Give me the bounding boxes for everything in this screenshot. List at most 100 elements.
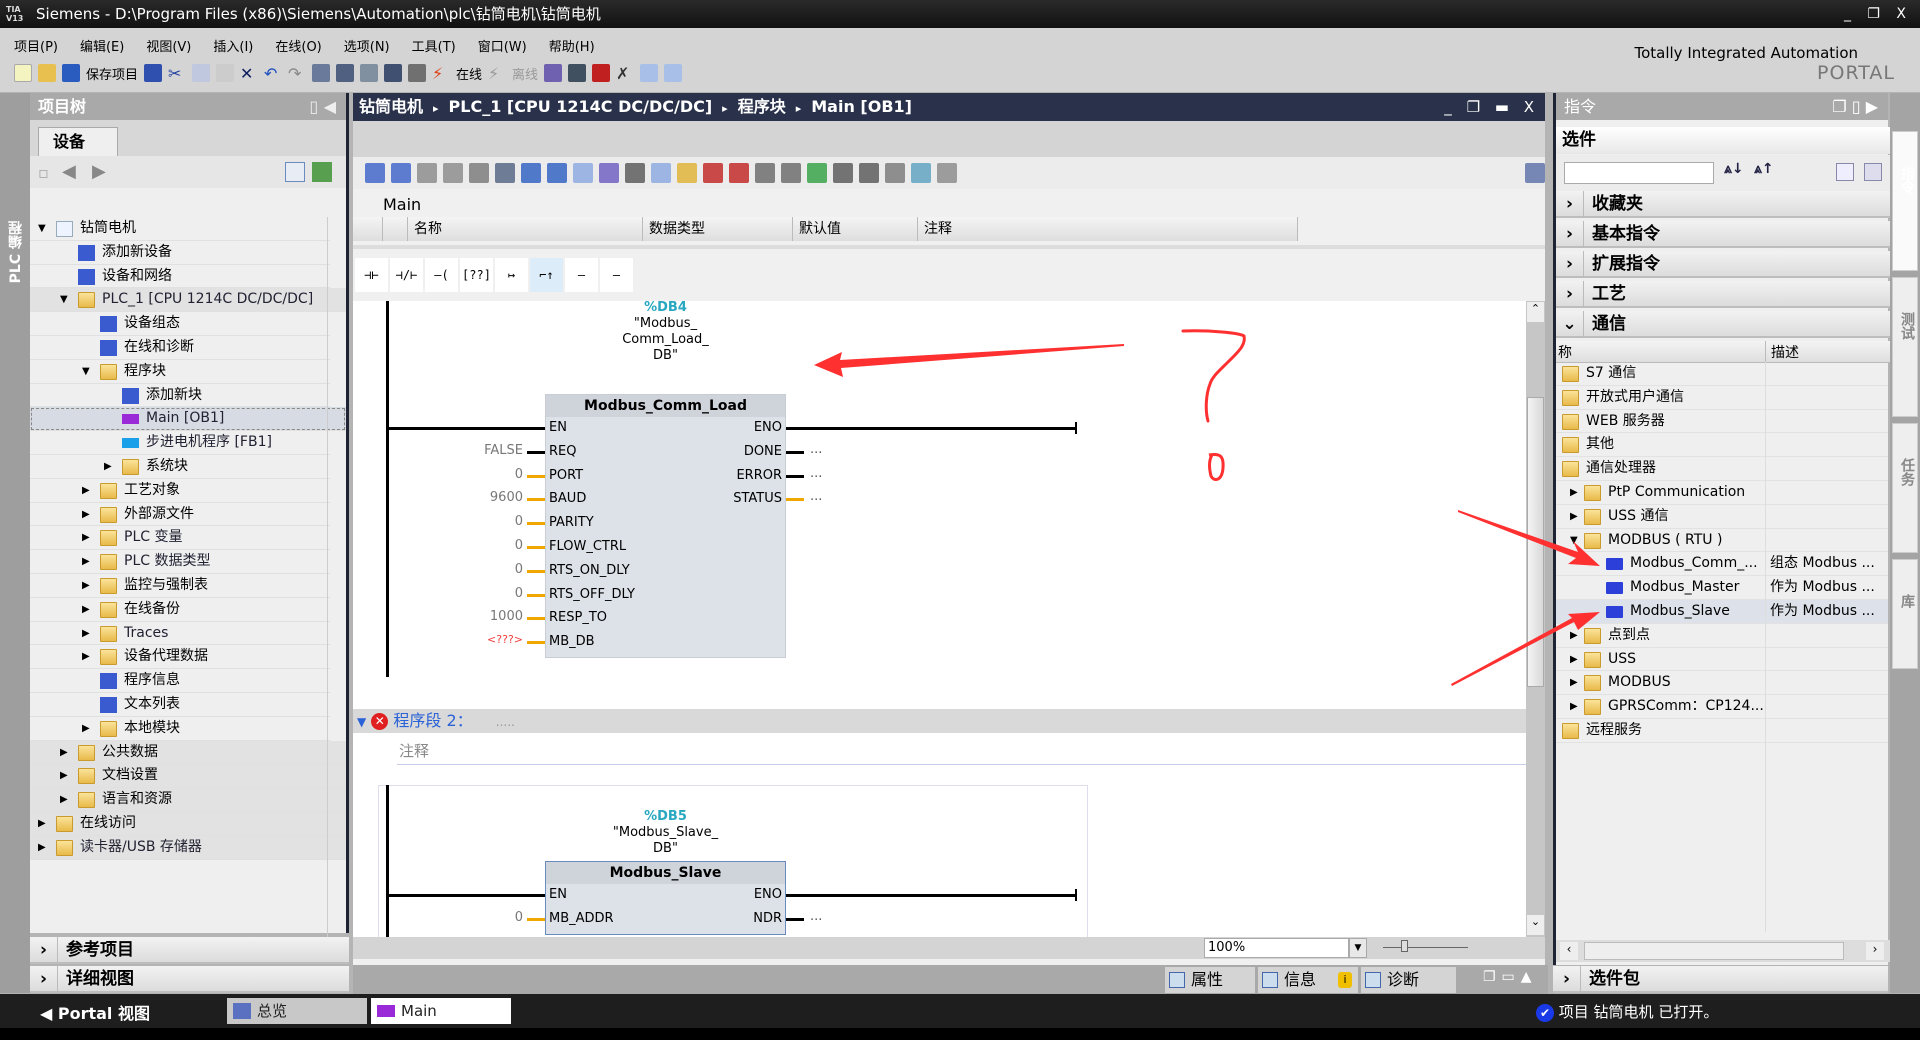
network-2-header[interactable]: ▼ ✕ 程序段 2： ..... [353, 709, 1526, 733]
view-detail-icon[interactable] [1864, 163, 1882, 181]
scroll-right-icon[interactable]: › [1866, 942, 1884, 960]
instruction-category[interactable]: ⌄ 通信 [1556, 311, 1891, 338]
lad-instruction-button[interactable]: [??] [460, 258, 493, 292]
lad-instruction-button[interactable]: ⊣/⊢ [390, 258, 423, 292]
expand-arrow-icon[interactable]: ▶ [82, 622, 94, 646]
tab-tasks[interactable]: 任务 [1892, 423, 1918, 553]
instruction-category[interactable]: › 扩展指令 [1556, 251, 1891, 278]
cross-reference-icon[interactable]: ✗ [616, 64, 634, 83]
instruction-item[interactable]: 其他 [1556, 433, 1888, 458]
check-icon[interactable] [807, 163, 827, 183]
cut-icon[interactable]: ✂ [168, 64, 186, 83]
go-offline-button[interactable]: 离线 [512, 64, 538, 83]
network-2-comment[interactable]: 注释 [397, 737, 1526, 765]
instruction-item[interactable]: Modbus_Slave 作为 Modbus ... [1556, 600, 1888, 624]
instruction-item[interactable]: 开放式用户通信 [1556, 386, 1888, 410]
column-description[interactable]: 描述 [1771, 342, 1799, 362]
output-value[interactable]: ... [810, 464, 822, 484]
paste-icon[interactable] [216, 64, 235, 82]
panel-controls-icon[interactable]: ❐ ▯ ▶ [1832, 93, 1878, 120]
instruction-category[interactable]: › 工艺 [1556, 281, 1891, 308]
column-default-value[interactable]: 默认值 [793, 217, 918, 241]
tree-item[interactable]: Main [OB1] [30, 407, 346, 432]
portal-view-button[interactable]: ◀ Portal 视图 [40, 1000, 150, 1024]
lad-instruction-button[interactable]: ↦ [495, 258, 528, 292]
tree-item[interactable]: ▼ PLC_1 [CPU 1214C DC/DC/DC] [30, 288, 346, 313]
tree-item[interactable]: ▶ 在线备份 [30, 598, 330, 622]
instruction-item[interactable]: ▶ GPRSComm：CP124... [1556, 695, 1888, 719]
runtime-icon[interactable] [408, 64, 427, 82]
start-cpu-icon[interactable] [568, 64, 587, 82]
tab-instructions[interactable]: 指令 [1892, 131, 1918, 271]
expand-arrow-icon[interactable]: ▶ [1570, 481, 1582, 505]
tree-item[interactable]: 在线和诊断 [30, 336, 330, 360]
collapse-arrow-icon[interactable]: ▼ [1570, 529, 1582, 553]
expand-arrow-icon[interactable]: ▶ [82, 503, 94, 527]
menu-item[interactable]: 视图(V) [146, 36, 191, 55]
tree-item[interactable]: 步进电机程序 [FB1] [30, 431, 330, 455]
expand-arrow-icon[interactable]: ▶ [60, 788, 72, 812]
favorites-icon[interactable] [677, 163, 697, 183]
zoom-slider-thumb[interactable] [1401, 940, 1408, 952]
stop-cpu-icon[interactable] [592, 64, 611, 82]
output-value[interactable]: ... [810, 907, 822, 927]
expand-arrow-icon[interactable]: ▶ [82, 526, 94, 550]
new-project-icon[interactable] [14, 64, 32, 82]
vertical-scrollbar[interactable]: ⌃ ⌄ [1526, 301, 1545, 937]
tree-item[interactable]: ▼ 钻筒电机 [30, 217, 330, 241]
breadcrumb-item[interactable]: 钻筒电机 [359, 97, 423, 116]
redo-icon[interactable]: ↷ [288, 64, 306, 83]
expand-arrow-icon[interactable]: ▶ [38, 812, 50, 836]
plc-programming-tab[interactable]: PLC 编程 [6, 221, 26, 283]
input-value[interactable]: 0 [453, 514, 523, 529]
forward-icon[interactable]: ▶ [92, 161, 106, 182]
refresh-icon[interactable] [312, 162, 332, 182]
scroll-down-icon[interactable]: ⌄ [1527, 915, 1544, 935]
overview-icon[interactable] [285, 162, 305, 182]
menu-item[interactable]: 选项(N) [344, 36, 390, 55]
new-item-icon[interactable]: ▫ [38, 163, 49, 182]
update-icon[interactable] [755, 163, 775, 183]
main-editor-tab[interactable]: Main [371, 998, 511, 1024]
print-icon[interactable] [144, 64, 163, 82]
instruction-search-input[interactable] [1564, 162, 1714, 184]
list2-icon[interactable] [859, 163, 879, 183]
instruction-category[interactable]: › 收藏夹 [1556, 191, 1891, 218]
lad-instruction-button[interactable]: ⊣⊢ [355, 258, 388, 292]
compile-icon[interactable] [312, 64, 331, 82]
input-value[interactable]: 0 [453, 538, 523, 553]
tab-libraries[interactable]: 库 [1892, 559, 1918, 669]
tree-item[interactable]: ▶ 设备代理数据 [30, 645, 330, 670]
h-scroll-thumb[interactable] [1584, 942, 1844, 960]
undo-icon[interactable]: ↶ [264, 64, 282, 83]
expand-arrow-icon[interactable]: ▶ [1570, 695, 1582, 719]
expand-arrow-icon[interactable]: ▶ [82, 598, 94, 622]
split-horizontal-icon[interactable] [640, 64, 659, 82]
tree-item[interactable]: 设备和网络 [30, 265, 330, 289]
list-icon[interactable] [833, 163, 853, 183]
absolute-icon[interactable] [651, 163, 671, 183]
tree-item[interactable]: ▶ Traces [30, 622, 330, 646]
window-controls[interactable]: _ ❐ X [1844, 0, 1912, 28]
menu-item[interactable]: 窗口(W) [478, 36, 527, 55]
instruction-item[interactable]: Modbus_Comm_... 组态 Modbus ... [1556, 552, 1888, 577]
tree-item[interactable]: ▶ 本地模块 [30, 717, 330, 741]
open-project-icon[interactable] [38, 64, 56, 82]
expand-arrow-icon[interactable]: ▶ [1570, 671, 1582, 695]
view-simple-icon[interactable] [1836, 163, 1854, 181]
search-up-icon[interactable]: ⩓↑ [1754, 161, 1774, 177]
menu-item[interactable]: 插入(I) [213, 36, 253, 55]
save-icon[interactable] [62, 64, 80, 82]
instruction-item[interactable]: ▶ PtP Communication [1556, 481, 1888, 505]
tab-devices[interactable]: 设备 [38, 127, 118, 156]
expand-arrow-icon[interactable]: ▶ [82, 574, 94, 598]
tree-item[interactable]: ▶ 语言和资源 [30, 788, 346, 812]
breadcrumb-item[interactable]: Main [OB1] [811, 97, 912, 116]
instruction-item[interactable]: Modbus_Master 作为 Modbus ... [1556, 576, 1888, 600]
expand-arrow-icon[interactable]: ▶ [82, 550, 94, 574]
expand-arrow-icon[interactable]: ▶ [82, 645, 94, 669]
layout-icon[interactable] [1525, 163, 1545, 183]
book-icon[interactable] [937, 163, 957, 183]
collapse-panel-icon[interactable]: ▯ ◀ [309, 93, 336, 120]
expand-arrow-icon[interactable]: ▶ [82, 717, 94, 741]
